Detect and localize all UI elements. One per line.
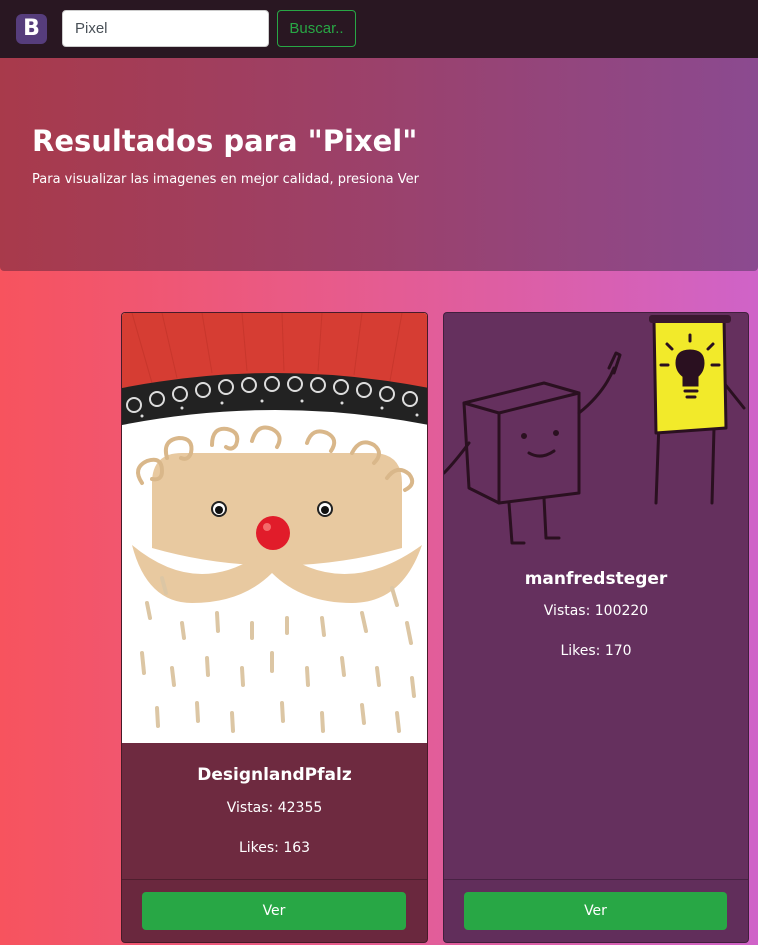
card-views: Vistas: 100220 [543,603,649,619]
card-views: Vistas: 42355 [226,800,323,816]
result-card: DesignlandPfalz Vistas: 42355 Likes: 163… [121,312,428,943]
card-user-name: DesignlandPfalz [197,765,352,785]
search-button[interactable]: Buscar.. [277,10,356,47]
card-footer: Ver [444,879,748,942]
search-input[interactable] [62,10,269,47]
box-character-illustration-icon [444,315,746,545]
page-subtitle: Para visualizar las imagenes en mejor ca… [32,172,419,187]
ver-button[interactable]: Ver [142,892,406,930]
ver-button[interactable]: Ver [464,892,727,930]
page-title: Resultados para "Pixel" [32,124,418,158]
box-character-image [444,313,748,548]
card-likes: Likes: 170 [560,643,632,659]
results-header: Resultados para "Pixel" Para visualizar … [0,58,758,271]
card-footer: Ver [122,879,427,942]
brand-logo[interactable]: B [16,14,47,44]
result-card: manfredsteger Vistas: 100220 Likes: 170 … [443,312,749,943]
santa-illustration-icon [122,313,427,743]
card-user-name: manfredsteger [524,569,668,589]
santa-image [122,313,427,743]
card-likes: Likes: 163 [238,840,311,856]
navbar: B Buscar.. [0,0,758,58]
